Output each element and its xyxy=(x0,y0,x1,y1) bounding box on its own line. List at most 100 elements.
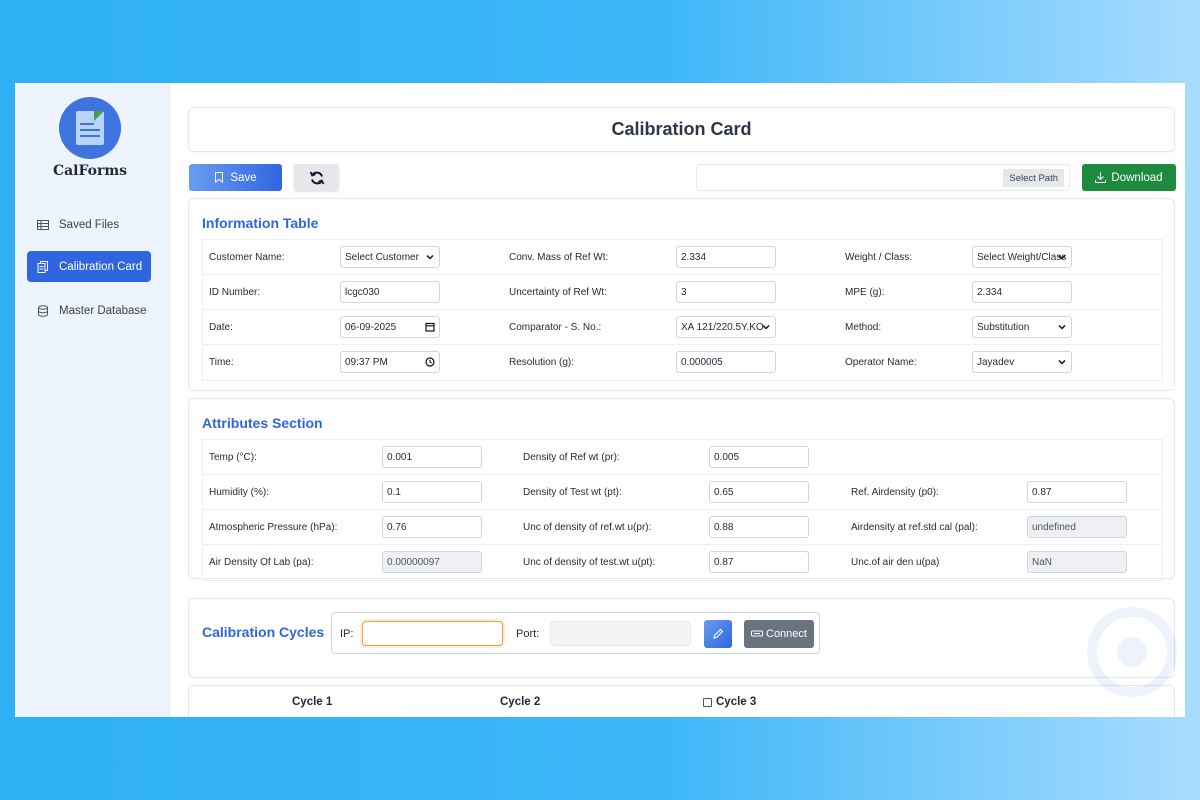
database-icon xyxy=(38,304,48,317)
chevron-down-icon xyxy=(1058,254,1066,260)
ref-airdensity-input[interactable]: 0.87 xyxy=(1027,481,1127,503)
id-number-label: ID Number: xyxy=(209,287,261,298)
customer-select-value: Select Customer xyxy=(345,251,419,263)
attr-row: Atmospheric Pressure (hPa): 0.76 Unc of … xyxy=(203,510,1162,545)
chevron-down-icon xyxy=(762,324,770,330)
save-button-label: Save xyxy=(230,171,257,184)
atm-pressure-label: Atmospheric Pressure (hPa): xyxy=(209,522,338,533)
time-label: Time: xyxy=(209,357,234,368)
chevron-down-icon xyxy=(1058,324,1066,330)
temp-label: Temp (°C): xyxy=(209,452,257,463)
comparator-label: Comparator - S. No.: xyxy=(509,322,602,333)
attr-row: Temp (°C): 0.001 Density of Ref wt (pr):… xyxy=(203,440,1162,475)
path-input[interactable]: Select Path xyxy=(696,164,1070,191)
cycle-3-checkbox[interactable] xyxy=(703,697,712,707)
information-grid: Customer Name: Select Customer Conv. Mas… xyxy=(202,239,1163,381)
airdensity-ref-std-field: undefined xyxy=(1027,516,1127,538)
atm-pressure-input[interactable]: 0.76 xyxy=(382,516,482,538)
unc-air-den-label: Unc.of air den u(pa) xyxy=(851,557,940,568)
temp-input[interactable]: 0.001 xyxy=(382,446,482,468)
customer-name-label: Customer Name: xyxy=(209,252,285,263)
sidebar-item-label: Saved Files xyxy=(59,218,120,231)
copy-icon xyxy=(37,260,48,273)
connect-button[interactable]: Connect xyxy=(744,620,814,648)
section-title: Calibration Cycles xyxy=(202,624,325,640)
sidebar-item-saved-files[interactable]: Saved Files xyxy=(27,209,151,240)
ref-airdensity-label: Ref. Airdensity (p0): xyxy=(851,487,939,498)
density-test-input[interactable]: 0.65 xyxy=(709,481,809,503)
method-select[interactable]: Substitution xyxy=(972,316,1072,338)
download-icon xyxy=(1095,172,1107,183)
sidebar-item-master-database[interactable]: Master Database xyxy=(27,295,151,326)
connection-panel: IP: Port: Connect xyxy=(331,612,820,654)
id-number-input[interactable]: lcgc030 xyxy=(340,281,440,303)
humidity-input[interactable]: 0.1 xyxy=(382,481,482,503)
mpe-input[interactable]: 2.334 xyxy=(972,281,1072,303)
airdensity-ref-std-label: Airdensity at ref.std cal (pal): xyxy=(851,522,978,533)
date-input-value: 06-09-2025 xyxy=(345,321,397,333)
weight-class-label: Weight / Class: xyxy=(845,252,913,263)
attributes-section: Attributes Section Temp (°C): 0.001 Dens… xyxy=(188,398,1175,581)
connect-button-label: Connect xyxy=(766,628,807,640)
info-row: Customer Name: Select Customer Conv. Mas… xyxy=(203,240,1162,275)
bookmark-icon xyxy=(215,172,224,183)
resolution-input[interactable]: 0.000005 xyxy=(676,351,776,373)
calibration-cycles-section: Calibration Cycles IP: Port: Connect xyxy=(188,598,1175,678)
download-button[interactable]: Download xyxy=(1082,164,1176,191)
method-label: Method: xyxy=(845,322,882,333)
cycle-3-label: Cycle 3 xyxy=(716,696,757,708)
save-button[interactable]: Save xyxy=(189,164,282,191)
attr-row: Humidity (%): 0.1 Density of Test wt (pt… xyxy=(203,475,1162,510)
sidebar-item-calibration-card[interactable]: Calibration Card xyxy=(27,251,151,282)
information-section: Information Table Customer Name: Select … xyxy=(188,198,1175,391)
time-input-value: 09:37 PM xyxy=(345,356,388,368)
document-icon xyxy=(76,111,104,145)
select-path-button[interactable]: Select Path xyxy=(1003,169,1064,187)
cycle-1-header: Cycle 1 xyxy=(292,696,333,708)
unc-density-test-input[interactable]: 0.87 xyxy=(709,551,809,573)
weight-class-select-value: Select Weight/Class xyxy=(977,251,1067,263)
date-label: Date: xyxy=(209,322,233,333)
conv-mass-input[interactable]: 2.334 xyxy=(676,246,776,268)
table-icon xyxy=(37,219,49,230)
chevron-down-icon xyxy=(426,254,434,260)
unc-density-test-label: Unc of density of test.wt u(pt): xyxy=(523,557,656,568)
download-button-label: Download xyxy=(1111,171,1163,184)
operator-select-value: Jayadev xyxy=(977,356,1015,368)
sidebar-item-label: Master Database xyxy=(59,304,147,317)
operator-select[interactable]: Jayadev xyxy=(972,351,1072,373)
page-title: Calibration Card xyxy=(188,107,1175,152)
watermark-icon xyxy=(1087,607,1177,697)
main-content: Calibration Card Save Select Path Downlo… xyxy=(170,83,1185,717)
time-input[interactable]: 09:37 PM xyxy=(340,351,440,373)
clock-icon[interactable] xyxy=(425,357,435,367)
info-row: ID Number: lcgc030 Uncertainty of Ref Wt… xyxy=(203,275,1162,310)
port-input[interactable] xyxy=(550,621,691,646)
section-title: Attributes Section xyxy=(202,415,323,431)
sidebar-item-label: Calibration Card xyxy=(59,260,143,273)
pencil-icon xyxy=(713,628,724,639)
unc-density-ref-input[interactable]: 0.88 xyxy=(709,516,809,538)
port-label: Port: xyxy=(516,628,540,640)
density-ref-input[interactable]: 0.005 xyxy=(709,446,809,468)
density-test-label: Density of Test wt (pt): xyxy=(523,487,622,498)
comparator-select[interactable]: XA 121/220.5Y.KO xyxy=(676,316,776,338)
calendar-icon[interactable] xyxy=(425,322,435,332)
cycle-3-header[interactable]: Cycle 3 xyxy=(703,696,756,708)
app-logo xyxy=(59,97,121,159)
edit-button[interactable] xyxy=(704,620,732,648)
chevron-down-icon xyxy=(1058,359,1066,365)
operator-label: Operator Name: xyxy=(845,357,917,368)
ethernet-icon xyxy=(751,630,763,637)
conv-mass-label: Conv. Mass of Ref Wt: xyxy=(509,252,609,263)
ip-input[interactable] xyxy=(362,621,503,646)
customer-select[interactable]: Select Customer xyxy=(340,246,440,268)
weight-class-select[interactable]: Select Weight/Class xyxy=(972,246,1072,268)
uncertainty-ref-input[interactable]: 3 xyxy=(676,281,776,303)
refresh-button[interactable] xyxy=(294,164,339,191)
unc-density-ref-label: Unc of density of ref.wt u(pr): xyxy=(523,522,652,533)
sidebar: CalForms Saved Files Calibration Card Ma… xyxy=(15,83,170,717)
date-input[interactable]: 06-09-2025 xyxy=(340,316,440,338)
humidity-label: Humidity (%): xyxy=(209,487,270,498)
air-density-lab-field: 0.00000097 xyxy=(382,551,482,573)
